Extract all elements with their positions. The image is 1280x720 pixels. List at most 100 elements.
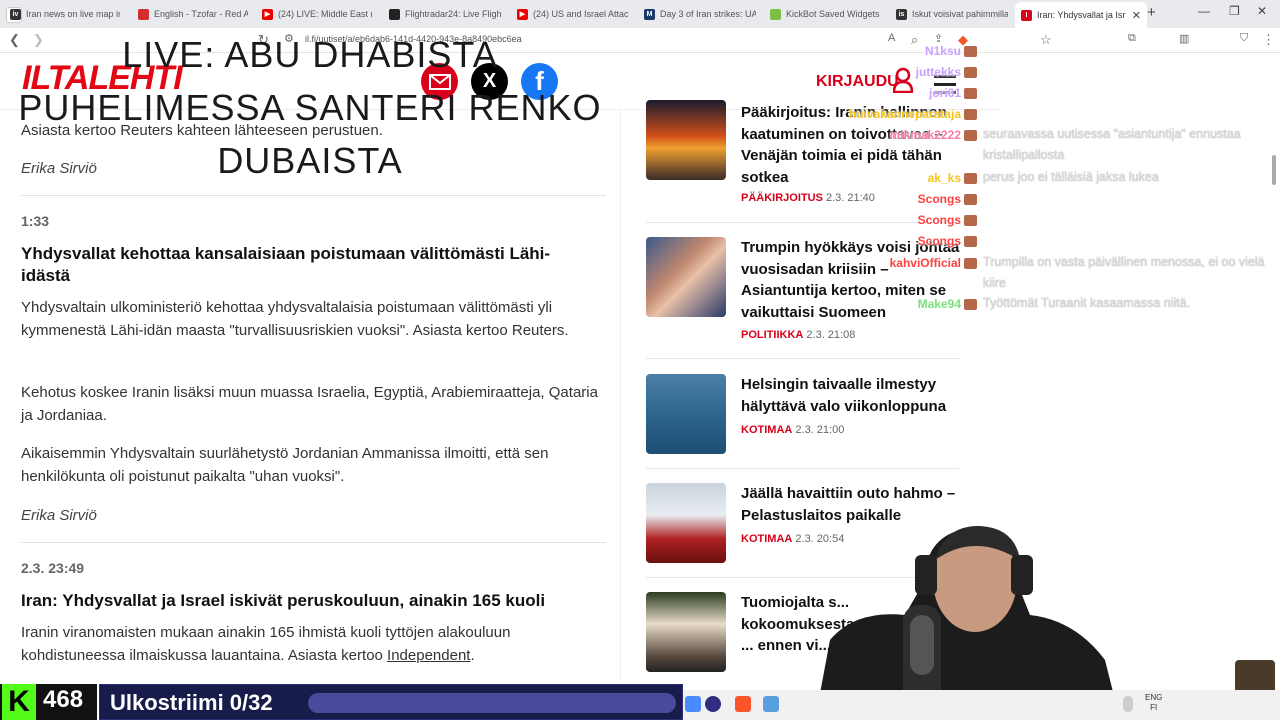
author: Erika Sirviö: [21, 507, 97, 524]
tab-favicon-icon: [389, 8, 400, 20]
news-thumbnail: [646, 100, 726, 180]
browser-tab[interactable]: iv Iran news on live map in E: [10, 3, 120, 25]
tab-title: English - Tzofar - Red Alert: [154, 9, 248, 19]
chat-message: seuraavassa uutisessa "asiantuntija" enn…: [983, 127, 1241, 162]
browser-tab[interactable]: M Day 3 of Iran strikes: UAE: [644, 3, 756, 25]
chat-username-text: huivakanneparataja: [848, 107, 961, 121]
page-scrollbar[interactable]: [1272, 155, 1276, 185]
chat-username-text: N1ksu: [924, 44, 961, 58]
browser-tab[interactable]: KickBot Saved Widgets: [770, 3, 882, 25]
region-label: FI: [1150, 703, 1158, 712]
entry-headline: Yhdysvallat kehottaa kansalaisiaan poist…: [21, 244, 551, 285]
chat-username: Scongs: [918, 213, 977, 227]
news-date: 2.3. 21:00: [795, 424, 845, 436]
column-divider: [620, 110, 621, 680]
chat-username-text: Scongs: [917, 234, 961, 248]
kick-logo-icon: K: [2, 684, 36, 720]
chat-username-text: Scongs: [917, 213, 961, 227]
browser-tab[interactable]: Flightradar24: Live Flight: [389, 3, 501, 25]
chat-username-text: jori61: [928, 86, 961, 100]
chat-badge-icon: [964, 258, 977, 270]
chat-message: Työttömät Turaanit kasaamassa niitä.: [983, 296, 1191, 310]
news-thumbnail: [646, 592, 726, 672]
divider: [646, 468, 959, 469]
overlay-line: LIVE: ABU DHABISTA: [122, 34, 498, 75]
chat-username: kahviOfficial: [890, 256, 977, 270]
chat-username-text: Scongs: [917, 192, 961, 206]
divider: [21, 542, 606, 543]
browser-tab[interactable]: ▶ (24) US and Israel Attack: [517, 3, 629, 25]
chat-username: N1ksu: [925, 44, 977, 58]
language-indicator[interactable]: ENG FI: [1145, 693, 1162, 713]
chat-username: huivakanneparataja: [849, 107, 977, 121]
chat-message: Trumpilla on vasta päivällinen menossa, …: [983, 255, 1265, 290]
app-icon[interactable]: [763, 696, 779, 712]
paragraph-text: .: [470, 647, 475, 664]
tab-title: (24) LIVE: Middle East real: [278, 9, 372, 19]
news-thumbnail: [646, 237, 726, 317]
close-window-icon[interactable]: ✕: [1257, 4, 1267, 18]
lang-label: ENG: [1145, 693, 1163, 702]
chat-badge-icon: [964, 67, 977, 79]
chat-username: ak_ks: [928, 171, 977, 185]
chat-badge-icon: [964, 46, 977, 58]
news-meta: KOTIMAA 2.3. 21:00: [741, 424, 844, 436]
chat-username-text: kahviOfficial: [889, 256, 961, 270]
chat-badge-icon: [964, 299, 977, 311]
tab-close-icon[interactable]: ✕: [1132, 9, 1141, 22]
tab-favicon-icon: I: [1021, 9, 1032, 21]
tab-favicon-icon: ▶: [517, 8, 528, 20]
paragraph: Aikaisemmin Yhdysvaltain suurlähetystö J…: [21, 445, 549, 485]
browser-tab[interactable]: ▶ (24) LIVE: Middle East real: [262, 3, 372, 25]
tab-favicon-icon: is: [896, 8, 907, 20]
tab-favicon-icon: M: [644, 8, 655, 20]
browser-tab[interactable]: is Iskut voisivat pahimmillaan: [896, 3, 1008, 25]
app-icon[interactable]: [685, 696, 701, 712]
chat-username-text: ak_ks: [927, 171, 961, 185]
chat-badge-icon: [964, 130, 977, 142]
chat-username-text: juttekks: [915, 65, 961, 79]
new-tab-button[interactable]: +: [1147, 4, 1156, 21]
overlay-line: PUHELIMESSA SANTERI RENKO: [18, 87, 602, 128]
tab-title: Iskut voisivat pahimmillaan: [912, 9, 1008, 19]
stream-chat-overlay: N1ksu juttekks jori61 huivakanneparataja mik…: [840, 40, 1280, 330]
entry-time: 1:33: [21, 213, 50, 229]
independent-link[interactable]: Independent: [387, 647, 470, 664]
overlay-line: DUBAISTA: [217, 140, 403, 181]
tab-title: Iran news on live map in E: [26, 9, 120, 19]
chat-badge-icon: [964, 194, 977, 206]
entry-time: 2.3. 23:49: [21, 560, 85, 576]
chat-username: mikmak2222: [890, 128, 977, 142]
maximize-icon[interactable]: ❐: [1229, 4, 1240, 18]
minimize-icon[interactable]: —: [1198, 4, 1210, 18]
viewer-count: 468: [43, 686, 84, 713]
news-title: Helsingin taivaalle ilmestyy hälyttävä v…: [741, 376, 947, 415]
browser-tab[interactable]: English - Tzofar - Red Alert: [138, 3, 248, 25]
divider: [646, 358, 959, 359]
news-date: 2.3. 21:08: [806, 329, 856, 341]
chat-username-text: Make94: [917, 297, 961, 311]
goal-progress-bar: [308, 693, 676, 713]
browser-tab[interactable]: I Iran: Yhdysvallat ja Isr ✕: [1015, 2, 1147, 28]
tab-favicon-icon: [138, 8, 149, 20]
paragraph: Kehotus koskee Iranin lisäksi muun muass…: [21, 384, 598, 424]
chat-username: jori61: [929, 86, 977, 100]
chat-badge-icon: [964, 109, 977, 121]
tab-title: KickBot Saved Widgets: [786, 9, 880, 19]
brave-icon[interactable]: [735, 696, 751, 712]
tab-favicon-icon: ▶: [262, 8, 273, 20]
goal-label: Ulkostriimi 0/32: [110, 690, 273, 715]
obs-icon[interactable]: [705, 696, 721, 712]
tab-favicon-icon: iv: [10, 8, 21, 20]
divider: [21, 195, 606, 196]
news-category: POLITIIKKA: [741, 329, 804, 341]
tab-title: (24) US and Israel Attack: [533, 9, 629, 19]
viewer-counter: K 468: [0, 684, 97, 720]
windows-taskbar: ENG FI: [683, 690, 1280, 720]
microphone-icon[interactable]: [1123, 696, 1133, 712]
tab-title: Iran: Yhdysvallat ja Isr: [1037, 10, 1126, 20]
news-meta: POLITIIKKA 2.3. 21:08: [741, 329, 855, 341]
chat-badge-icon: [964, 173, 977, 185]
tab-title: Day 3 of Iran strikes: UAE: [660, 9, 756, 19]
news-thumbnail: [646, 483, 726, 563]
